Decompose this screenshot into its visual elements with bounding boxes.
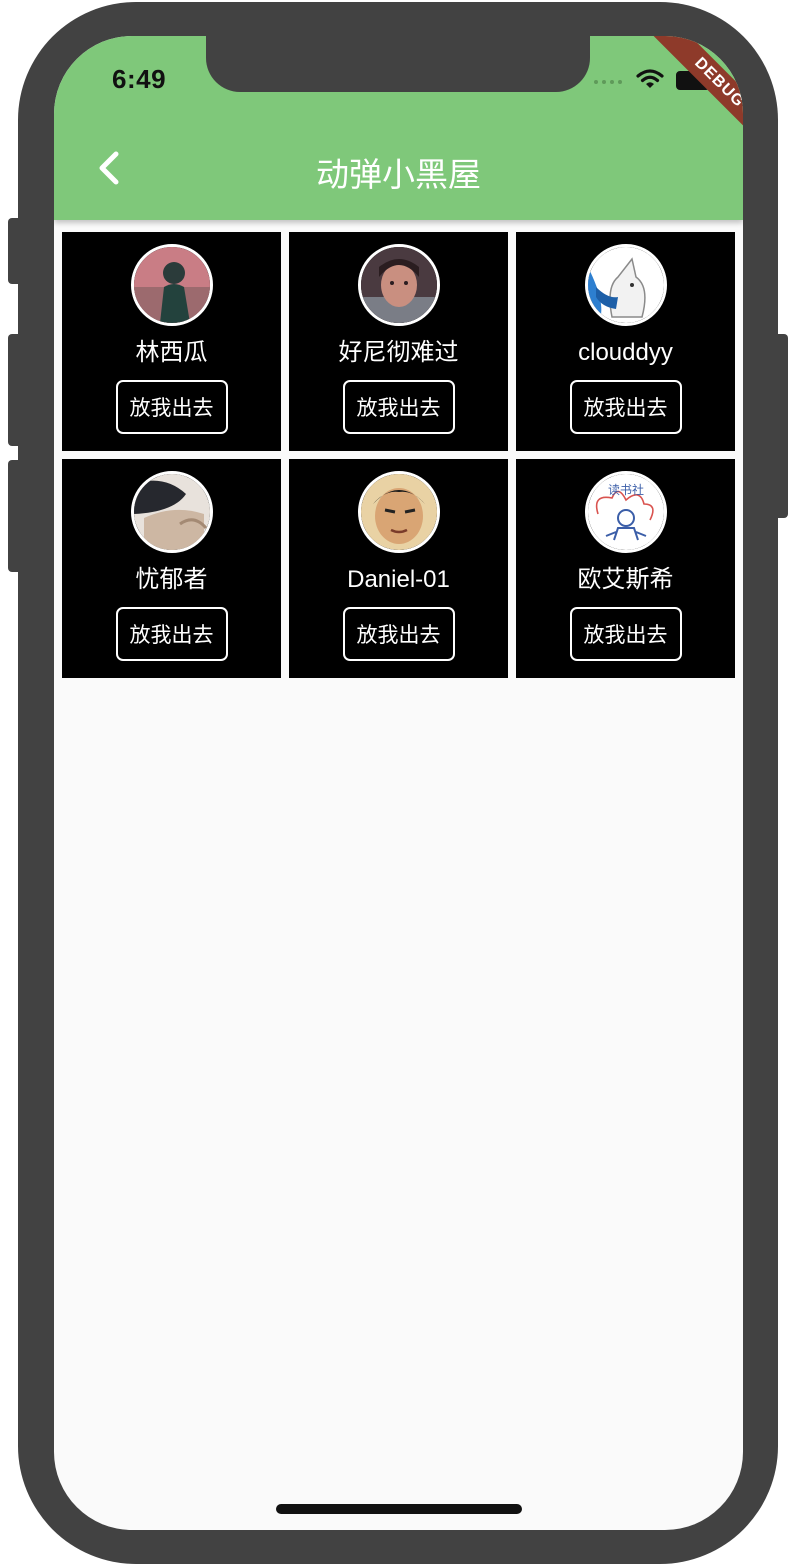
release-button[interactable]: 放我出去 xyxy=(342,380,455,434)
user-name: Daniel-01 xyxy=(347,566,450,593)
release-button[interactable]: 放我出去 xyxy=(115,380,228,434)
page-title: 动弹小黑屋 xyxy=(316,156,481,193)
screen: 6:49 动弹小黑屋 林西瓜 放我出去 好尼彻难过 放我出去 clouddyy … xyxy=(54,36,743,1530)
user-card: Daniel-01 放我出去 xyxy=(289,459,508,678)
user-name: 忧郁者 xyxy=(135,566,208,593)
avatar xyxy=(584,244,667,326)
wifi-icon xyxy=(636,69,664,88)
release-button[interactable]: 放我出去 xyxy=(115,607,228,661)
user-card: 林西瓜 放我出去 xyxy=(62,232,281,451)
avatar xyxy=(357,244,440,326)
avatar xyxy=(130,244,213,326)
user-name: 欧艾斯希 xyxy=(577,566,674,593)
user-name: 林西瓜 xyxy=(135,339,208,366)
avatar xyxy=(357,471,440,553)
signal-icon xyxy=(594,80,624,84)
user-card: clouddyy 放我出去 xyxy=(516,232,735,451)
svg-text:读书社: 读书社 xyxy=(608,482,644,497)
user-card: 读书社 欧艾斯希 放我出去 xyxy=(516,459,735,678)
avatar: 读书社 xyxy=(584,471,667,553)
release-button[interactable]: 放我出去 xyxy=(569,607,682,661)
notch xyxy=(206,36,590,92)
user-card: 忧郁者 放我出去 xyxy=(62,459,281,678)
status-icons xyxy=(594,68,743,94)
app-bar: 6:49 动弹小黑屋 xyxy=(54,36,743,220)
release-button[interactable]: 放我出去 xyxy=(342,607,455,661)
home-indicator xyxy=(276,1504,522,1514)
avatar xyxy=(130,471,213,553)
user-name: clouddyy xyxy=(578,339,673,366)
release-button[interactable]: 放我出去 xyxy=(569,380,682,434)
user-grid: 林西瓜 放我出去 好尼彻难过 放我出去 clouddyy 放我出去 忧郁者 放我… xyxy=(62,232,736,678)
user-name: 好尼彻难过 xyxy=(338,339,459,366)
battery-icon xyxy=(676,71,710,90)
user-card: 好尼彻难过 放我出去 xyxy=(289,232,508,451)
status-time: 6:49 xyxy=(112,64,167,94)
